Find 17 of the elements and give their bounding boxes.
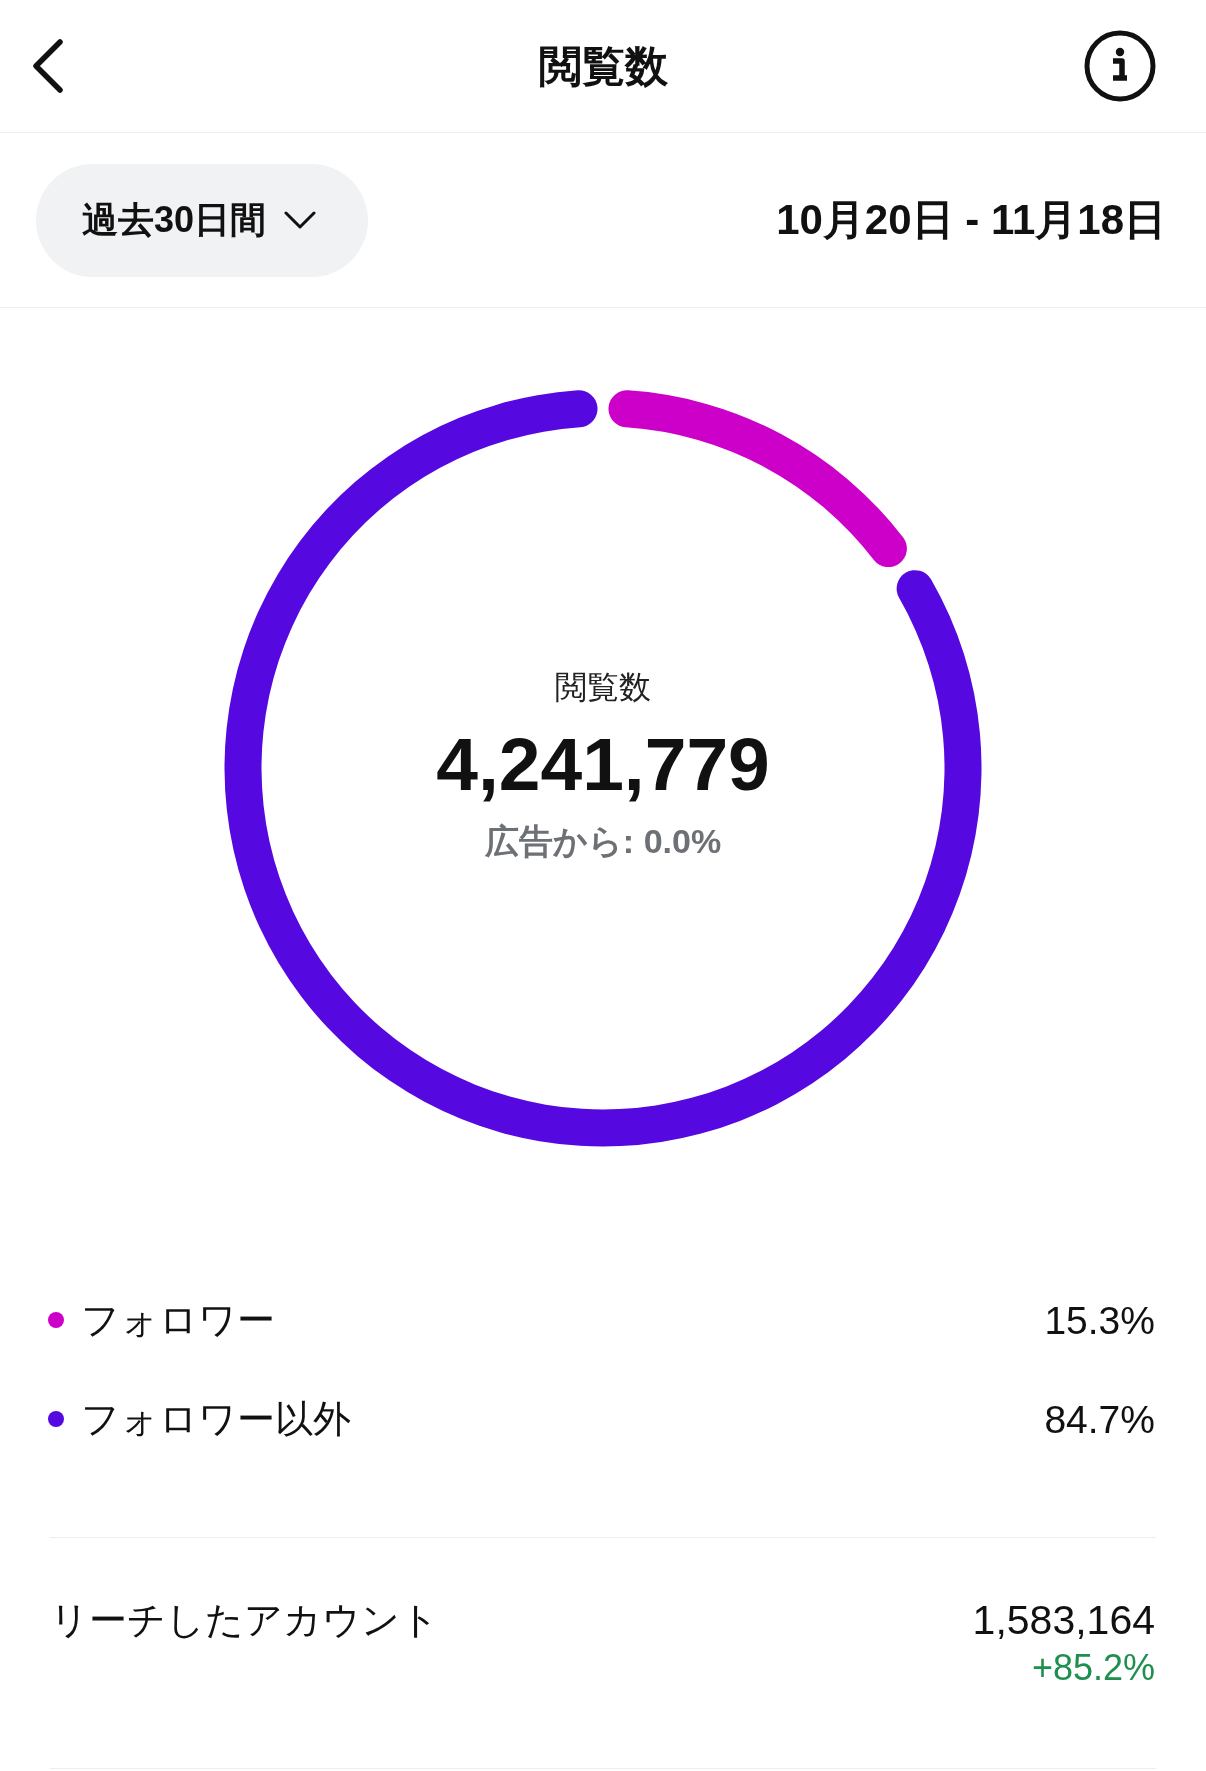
- page-title: 閲覧数: [538, 44, 668, 88]
- legend-value: 15.3%: [1044, 1300, 1155, 1340]
- date-range: 10月20日 - 11月18日: [776, 199, 1166, 241]
- metric-value: 1,583,164: [972, 1596, 1155, 1644]
- total-views: 4,241,779: [436, 726, 770, 802]
- chevron-down-icon: [284, 211, 317, 229]
- info-icon: [1084, 30, 1156, 102]
- legend-label: フォロワー: [81, 1301, 275, 1339]
- info-button[interactable]: [1084, 30, 1156, 102]
- metric-change: +85.2%: [1031, 1648, 1155, 1688]
- legend-value: 84.7%: [1044, 1399, 1155, 1439]
- total-label: 閲覧数: [555, 670, 651, 703]
- period-dropdown[interactable]: 過去30日間: [36, 163, 368, 277]
- legend-label: フォロワー以外: [81, 1400, 351, 1438]
- metric-label: リーチしたアカウント: [50, 1598, 439, 1643]
- ads-share: 広告から: 0.0%: [484, 823, 722, 858]
- back-chevron-icon: [30, 38, 66, 94]
